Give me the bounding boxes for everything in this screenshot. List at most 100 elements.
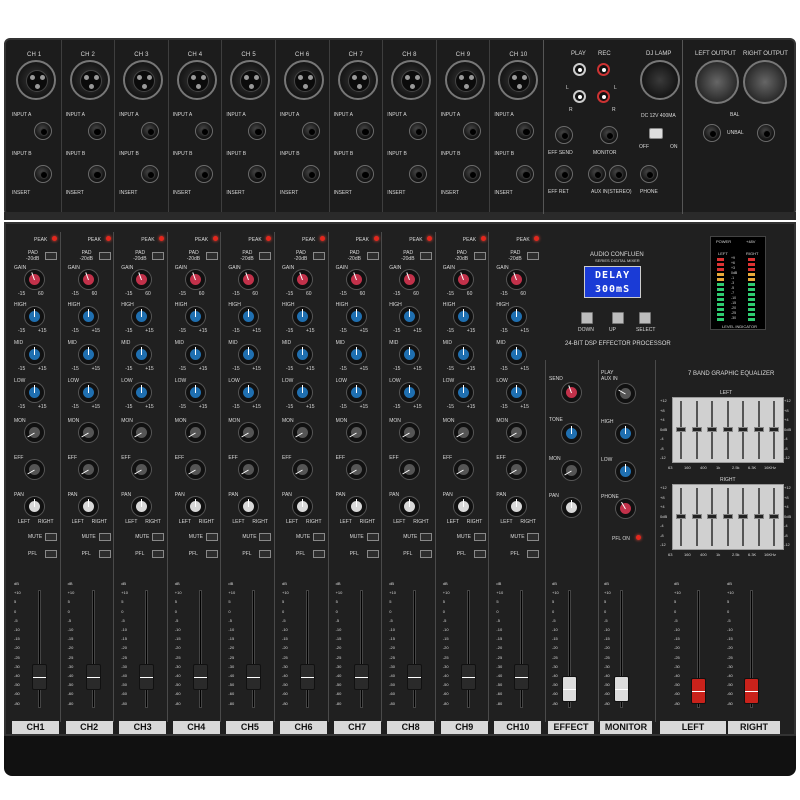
- insert-jack[interactable]: [194, 165, 213, 183]
- pfl-button[interactable]: [259, 550, 272, 558]
- low-eq-knob[interactable]: [293, 383, 312, 402]
- geq-band-slider[interactable]: [707, 427, 717, 432]
- pfl-button[interactable]: [152, 550, 165, 558]
- pad-button[interactable]: [473, 252, 486, 260]
- pfl-button[interactable]: [205, 550, 218, 558]
- input-b-jack[interactable]: [87, 122, 106, 140]
- channel-fader[interactable]: [85, 663, 101, 690]
- channel-fader[interactable]: [32, 663, 47, 690]
- pan-knob[interactable]: [185, 497, 205, 516]
- input-b-jack[interactable]: [194, 122, 213, 140]
- xlr-input-jack[interactable]: [337, 60, 378, 100]
- pad-button[interactable]: [45, 252, 57, 260]
- geq-band-slider[interactable]: [707, 514, 717, 519]
- xlr-input-jack[interactable]: [123, 60, 164, 100]
- mid-eq-knob[interactable]: [78, 345, 98, 364]
- xlr-input-jack[interactable]: [16, 60, 56, 100]
- gain-knob[interactable]: [185, 270, 205, 289]
- left-output-xlr[interactable]: [695, 60, 739, 104]
- geq-band-slider[interactable]: [753, 427, 764, 432]
- dj-lamp-socket[interactable]: [640, 60, 680, 100]
- xlr-input-jack[interactable]: [69, 60, 110, 100]
- mid-eq-knob[interactable]: [453, 345, 473, 364]
- pfl-button[interactable]: [313, 550, 325, 558]
- input-b-jack[interactable]: [355, 122, 374, 140]
- channel-fader[interactable]: [353, 663, 369, 690]
- eff-ret-jack[interactable]: [555, 165, 573, 183]
- insert-jack[interactable]: [87, 165, 106, 183]
- channel-fader[interactable]: [192, 663, 208, 690]
- geq-band-slider[interactable]: [769, 514, 779, 519]
- pfl-button[interactable]: [420, 550, 433, 558]
- aux-l-jack[interactable]: [588, 165, 606, 183]
- high-eq-knob[interactable]: [346, 307, 366, 326]
- geq-band-slider[interactable]: [722, 427, 733, 432]
- pad-button[interactable]: [259, 252, 272, 260]
- right-output-xlr[interactable]: [743, 60, 787, 104]
- mid-eq-knob[interactable]: [25, 345, 44, 364]
- mon-send-knob[interactable]: [453, 423, 473, 442]
- mute-button[interactable]: [205, 533, 218, 541]
- input-b-jack[interactable]: [34, 122, 52, 140]
- pad-button[interactable]: [420, 252, 433, 260]
- effect-mon-knob[interactable]: [562, 461, 581, 480]
- geq-band-slider[interactable]: [738, 427, 748, 432]
- pan-knob[interactable]: [78, 497, 98, 516]
- low-eq-knob[interactable]: [78, 383, 98, 402]
- channel-fader[interactable]: [514, 663, 530, 690]
- high-eq-knob[interactable]: [453, 307, 473, 326]
- insert-jack[interactable]: [355, 165, 374, 183]
- xlr-input-jack[interactable]: [176, 60, 217, 100]
- eff-send-knob[interactable]: [25, 460, 44, 479]
- mid-eq-knob[interactable]: [293, 345, 312, 364]
- low-eq-knob[interactable]: [25, 383, 44, 402]
- pfl-button[interactable]: [98, 550, 111, 558]
- aux-r-jack[interactable]: [609, 165, 627, 183]
- xlr-input-jack[interactable]: [444, 60, 485, 100]
- eff-send-knob[interactable]: [453, 460, 473, 479]
- pan-knob[interactable]: [293, 497, 312, 516]
- mute-button[interactable]: [366, 533, 379, 541]
- high-eq-knob[interactable]: [78, 307, 98, 326]
- gain-knob[interactable]: [453, 270, 473, 289]
- low-eq-knob[interactable]: [346, 383, 366, 402]
- channel-fader[interactable]: [460, 663, 476, 690]
- eff-send-knob[interactable]: [185, 460, 205, 479]
- high-eq-knob[interactable]: [293, 307, 312, 326]
- xlr-input-jack[interactable]: [284, 60, 324, 100]
- pad-button[interactable]: [527, 252, 540, 260]
- play-r-jack[interactable]: [573, 90, 586, 103]
- gain-knob[interactable]: [346, 270, 366, 289]
- channel-fader[interactable]: [300, 663, 315, 690]
- geq-band-slider[interactable]: [769, 427, 779, 432]
- play-l-jack[interactable]: [573, 63, 586, 76]
- geq-band-slider[interactable]: [676, 514, 686, 519]
- pad-button[interactable]: [366, 252, 379, 260]
- input-b-jack[interactable]: [302, 122, 320, 140]
- effect-pan-knob[interactable]: [562, 498, 581, 517]
- monitor-jack[interactable]: [600, 126, 618, 144]
- gain-knob[interactable]: [78, 270, 98, 289]
- eff-send-jack[interactable]: [555, 126, 573, 144]
- phone-jack[interactable]: [640, 165, 658, 183]
- mon-send-knob[interactable]: [293, 423, 312, 442]
- mon-send-knob[interactable]: [346, 423, 366, 442]
- eff-send-knob[interactable]: [346, 460, 366, 479]
- mute-button[interactable]: [45, 533, 57, 541]
- rec-l-jack[interactable]: [597, 63, 610, 76]
- effect-tone-knob[interactable]: [562, 424, 581, 443]
- geq-band-slider[interactable]: [676, 427, 686, 432]
- pfl-button[interactable]: [45, 550, 57, 558]
- phone-knob[interactable]: [616, 499, 635, 518]
- mon-send-knob[interactable]: [25, 423, 44, 442]
- pan-knob[interactable]: [453, 497, 473, 516]
- right-master-fader[interactable]: [744, 678, 759, 704]
- mute-button[interactable]: [527, 533, 540, 541]
- mute-button[interactable]: [152, 533, 165, 541]
- mute-button[interactable]: [473, 533, 486, 541]
- effect-send-knob[interactable]: [562, 383, 581, 402]
- channel-fader[interactable]: [407, 663, 423, 690]
- left-master-fader[interactable]: [691, 678, 706, 704]
- high-eq-knob[interactable]: [185, 307, 205, 326]
- mute-button[interactable]: [420, 533, 433, 541]
